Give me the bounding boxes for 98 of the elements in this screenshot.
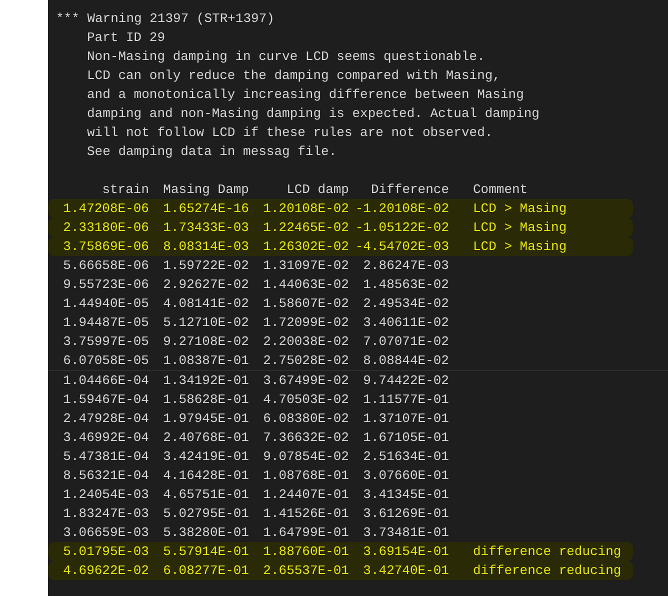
warning-line: LCD can only reduce the damping compared with Masing, [86,67,500,85]
table-cell-text: 4.65751E-01 [162,486,249,504]
table-cell-text: 1.08768E-01 [262,467,349,485]
warning-line: will not follow LCD if these rules are not observed. [86,124,493,142]
table-cell-text: -1.05122E-02 [354,219,449,237]
table-cell-text: 1.58628E-01 [162,391,249,409]
table-cell-text: 1.97945E-01 [162,410,249,428]
table-cell-text: 3.67499E-02 [262,372,349,390]
table-cell-text: 5.57914E-01 [162,543,249,561]
table-cell-text: 7.36632E-02 [262,429,349,447]
table-cell-text: 5.02795E-01 [162,505,249,523]
table-cell-text: 5.12710E-02 [162,314,249,332]
table-cell-text: 3.42419E-01 [162,448,249,466]
table-cell-text: 1.08387E-01 [162,352,249,370]
table-cell-text: 1.24054E-03 [62,486,149,504]
table-cell-text: 3.40611E-02 [362,314,449,332]
table-cell-text: 2.75028E-02 [262,352,349,370]
table-cell-text: 1.24407E-01 [262,486,349,504]
table-cell-text: 5.38280E-01 [162,524,249,542]
column-header: strain [101,181,149,199]
table-cell-text: 1.44063E-02 [262,276,349,294]
table-cell-text: 3.61269E-01 [362,505,449,523]
table-cell-text: 2.92627E-02 [162,276,249,294]
table-cell-text: 1.34192E-01 [162,372,249,390]
table-cell-text: LCD > Masing [473,238,567,256]
table-cell-text: 2.51634E-01 [362,448,449,466]
table-cell-text: 4.16428E-01 [162,467,249,485]
table-cell-text: 1.47208E-06 [62,200,149,218]
table-cell-text: 5.47381E-04 [62,448,149,466]
warning-heading: *** Warning 21397 (STR+1397) [56,10,274,28]
table-cell-text: 2.86247E-03 [362,257,449,275]
table-cell-text: 3.75997E-05 [62,333,149,351]
table-cell-text: 6.07058E-05 [62,352,149,370]
table-cell-text: 5.01795E-03 [62,543,149,561]
table-cell-text: 1.65274E-16 [162,200,249,218]
table-cell-text: 9.55723E-06 [62,276,149,294]
table-cell-text: difference reducing [473,562,622,580]
table-cell-text: 2.20038E-02 [262,333,349,351]
table-cell-text: 1.94487E-05 [62,314,149,332]
table-cell-text: 3.75869E-06 [62,238,149,256]
table-cell-text: 9.07854E-02 [262,448,349,466]
table-cell-text: 3.42740E-01 [362,562,449,580]
table-cell-text: 1.04466E-04 [62,372,149,390]
table-cell-text: 3.07660E-01 [362,467,449,485]
warning-line: Non-Masing damping in curve LCD seems questionable. [86,48,485,66]
table-cell-text: 3.06659E-03 [62,524,149,542]
table-cell-text: 1.31097E-02 [262,257,349,275]
table-cell-text: 1.67105E-01 [362,429,449,447]
table-cell-text: 1.59722E-02 [162,257,249,275]
column-header: Difference [370,181,449,199]
warning-line: See damping data in messag file. [86,143,337,161]
table-cell-text: 1.73433E-03 [162,219,249,237]
table-cell-text: 8.08314E-03 [162,238,249,256]
table-cell-text: 1.64799E-01 [262,524,349,542]
table-cell-text: 1.37107E-01 [362,410,449,428]
table-cell-text: 6.08277E-01 [162,562,249,580]
table-cell-text: 9.74422E-02 [362,372,449,390]
column-header: Comment [473,181,528,199]
table-cell-text: 1.48563E-02 [362,276,449,294]
table-cell-text: 1.22465E-02 [262,219,349,237]
table-cell-text: LCD > Masing [473,200,567,218]
table-cell-text: 1.20108E-02 [262,200,349,218]
table-cell-text: 4.70503E-02 [262,391,349,409]
table-cell-text: 1.72099E-02 [262,314,349,332]
table-cell-text: 1.26302E-02 [262,238,349,256]
column-header: Masing Damp [162,181,249,199]
column-header: LCD damp [286,181,349,199]
table-cell-text: 1.88760E-01 [262,543,349,561]
table-cell-text: 1.59467E-04 [62,391,149,409]
table-cell-text: 5.66658E-06 [62,257,149,275]
table-cell-text: 6.08380E-02 [262,410,349,428]
warning-line: damping and non-Masing damping is expected. Actual damping [86,105,540,123]
table-cell-text: 1.83247E-03 [62,505,149,523]
table-cell-text: 8.56321E-04 [62,467,149,485]
table-cell-text: 1.58607E-02 [262,295,349,313]
table-cell-text: 1.41526E-01 [262,505,349,523]
table-cell-text: 1.44940E-05 [62,295,149,313]
warning-line: Part ID 29 [86,29,166,47]
table-cell-text: 3.46992E-04 [62,429,149,447]
table-cell-text: 2.40768E-01 [162,429,249,447]
table-cell-text: 2.65537E-01 [262,562,349,580]
table-cell-text: 1.11577E-01 [362,391,449,409]
table-cell-text: 3.69154E-01 [362,543,449,561]
table-cell-text: 9.27108E-02 [162,333,249,351]
table-cell-text: 7.07071E-02 [362,333,449,351]
table-cell-text: -1.20108E-02 [354,200,449,218]
table-cell-text: 8.08844E-02 [362,352,449,370]
table-cell-text: LCD > Masing [473,219,567,237]
table-cell-text: 2.47928E-04 [62,410,149,428]
table-cell-text: 3.73481E-01 [362,524,449,542]
table-cell-text: 4.08141E-02 [162,295,249,313]
table-cell-text: 4.69622E-02 [62,562,149,580]
table-cell-text: -4.54702E-03 [354,238,449,256]
table-cell-text: 3.41345E-01 [362,486,449,504]
warning-line: and a monotonically increasing difference between Masing [86,86,524,104]
table-cell-text: difference reducing [473,543,622,561]
table-cell-text: 2.49534E-02 [362,295,449,313]
table-cell-text: 2.33180E-06 [62,219,149,237]
